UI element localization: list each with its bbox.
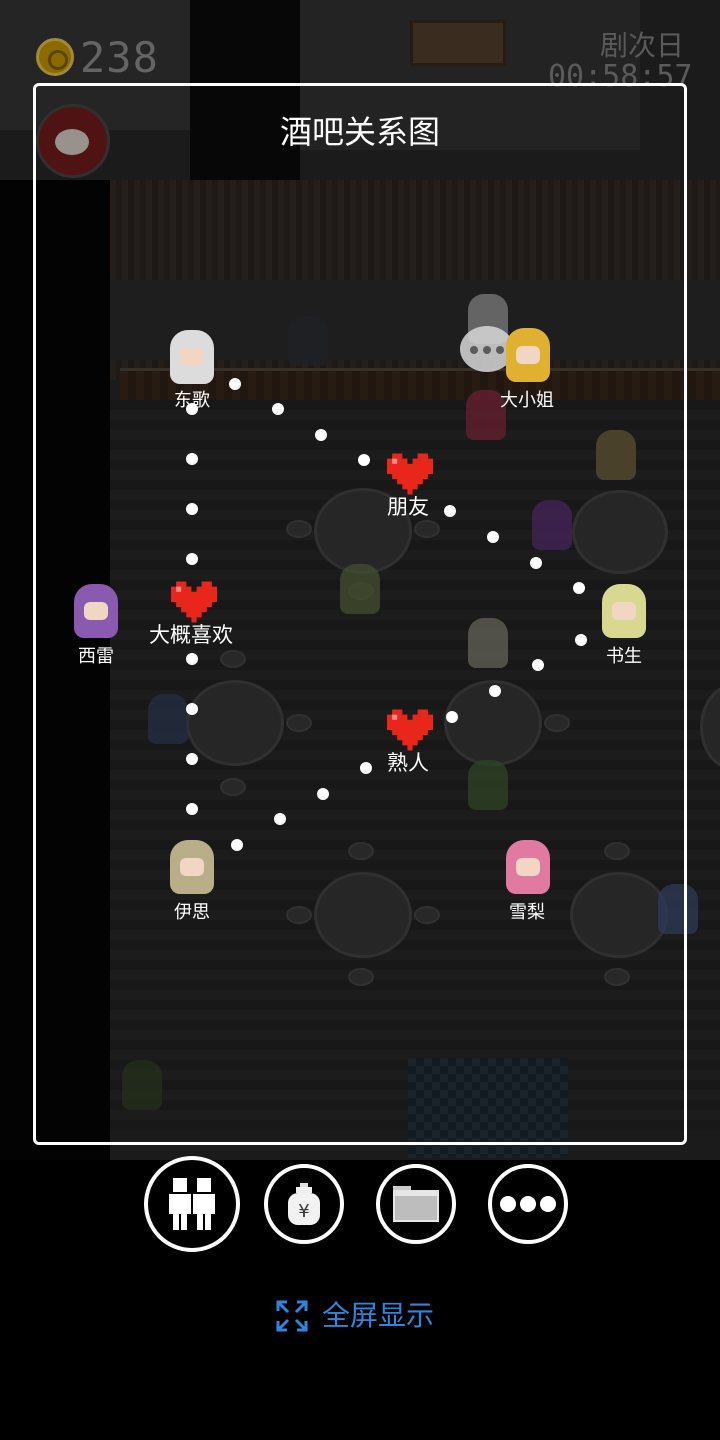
svg-text:¥: ¥ [298, 1201, 309, 1222]
people-icon [169, 1178, 215, 1230]
character-name: 东歌 [174, 390, 210, 411]
character-sprite-daxiaojie[interactable] [506, 328, 550, 382]
connector-dot [186, 753, 198, 765]
connector-dot [530, 557, 542, 569]
connector-dot [446, 711, 458, 723]
money-bag-button[interactable]: ¥ [264, 1164, 344, 1244]
fullscreen-label: 全屏显示 [322, 1299, 435, 1332]
connector-dot [317, 788, 329, 800]
connector-dot [487, 531, 499, 543]
connector-dot [573, 582, 585, 594]
expand-icon [276, 1300, 308, 1332]
connector-dot [186, 653, 198, 665]
relationships-button[interactable] [144, 1156, 240, 1252]
character-sprite-xilei[interactable] [74, 584, 118, 638]
character-name: 雪梨 [509, 902, 545, 923]
connector-dot [186, 453, 198, 465]
fullscreen-button[interactable]: 全屏显示 [276, 1296, 434, 1336]
relation-label-acquaintance: 熟人 [387, 751, 429, 775]
relationship-panel-frame [33, 83, 687, 1145]
character-sprite-dongge[interactable] [170, 330, 214, 384]
connector-dot [186, 803, 198, 815]
connector-dot [489, 685, 501, 697]
relation-label-maybe-likes: 大概喜欢 [149, 623, 233, 647]
heart-icon [387, 709, 433, 751]
character-name: 伊思 [174, 902, 210, 923]
heart-icon [171, 581, 217, 623]
connector-dot [186, 703, 198, 715]
more-button[interactable] [488, 1164, 568, 1244]
character-name: 西雷 [78, 646, 114, 667]
character-sprite-shusheng[interactable] [602, 584, 646, 638]
folder-button[interactable] [376, 1164, 456, 1244]
connector-dot [274, 813, 286, 825]
money-bag-icon: ¥ [288, 1183, 320, 1225]
connector-dot [358, 454, 370, 466]
character-sprite-xueli[interactable] [506, 840, 550, 894]
relation-label-friend: 朋友 [387, 495, 429, 519]
connector-dot [360, 762, 372, 774]
connector-dot [186, 553, 198, 565]
connector-dot [532, 659, 544, 671]
character-sprite-yisi[interactable] [170, 840, 214, 894]
game-screen: 238 剧次日 00:58:57 酒吧关系图 朋友 大概喜欢 熟人 东歌 大小姐… [0, 0, 720, 1440]
character-name: 大小姐 [500, 390, 554, 411]
character-name: 书生 [606, 646, 642, 667]
folder-icon [393, 1186, 439, 1222]
connector-dot [272, 403, 284, 415]
connector-dot [229, 378, 241, 390]
connector-dot [315, 429, 327, 441]
connector-dot [231, 839, 243, 851]
connector-dot [444, 505, 456, 517]
more-icon [500, 1196, 556, 1212]
connector-dot [186, 503, 198, 515]
panel-title: 酒吧关系图 [279, 113, 440, 151]
heart-icon [387, 453, 433, 495]
connector-dot [575, 634, 587, 646]
